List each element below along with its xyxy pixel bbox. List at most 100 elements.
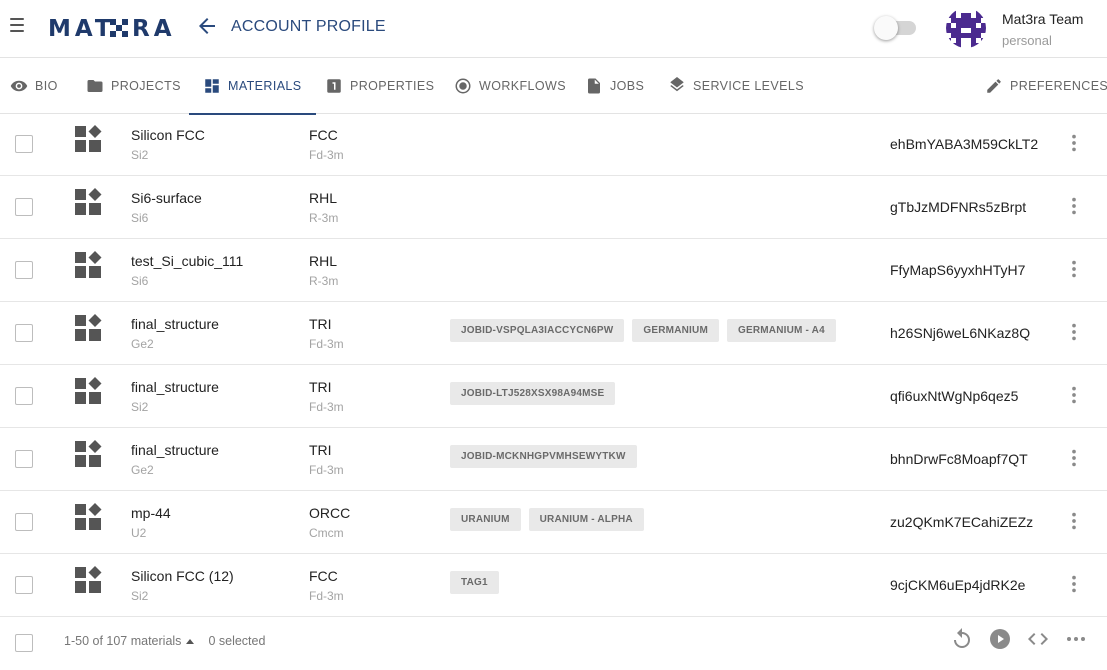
lattice-type: FCC — [309, 127, 338, 143]
sort-caret-icon[interactable] — [186, 638, 195, 644]
row-checkbox[interactable] — [15, 198, 33, 216]
material-icon — [74, 125, 102, 153]
more-vertical-icon[interactable] — [1063, 384, 1085, 406]
tag-chip[interactable]: URANIUM — [450, 508, 521, 531]
material-formula: Ge2 — [131, 463, 154, 477]
lattice-type: TRI — [309, 442, 332, 458]
space-group: Fd-3m — [309, 337, 344, 351]
tab-label: BIO — [35, 79, 58, 93]
material-icon — [74, 188, 102, 216]
tag-list: JOBID-MCKNHGPVMHSEWYTKW — [450, 445, 637, 468]
space-group: Fd-3m — [309, 463, 344, 477]
tab-service-levels[interactable]: SERVICE LEVELS — [668, 58, 804, 114]
lattice-type: FCC — [309, 568, 338, 584]
select-all-checkbox[interactable] — [15, 634, 33, 652]
space-group: Fd-3m — [309, 400, 344, 414]
tab-bio[interactable]: BIO — [10, 58, 58, 114]
hamburger-icon[interactable] — [10, 18, 24, 32]
material-formula: Si6 — [131, 274, 149, 288]
tag-chip[interactable]: TAG1 — [450, 571, 499, 594]
more-vertical-icon[interactable] — [1063, 195, 1085, 217]
tab-jobs[interactable]: JOBS — [585, 58, 644, 114]
lattice-type: RHL — [309, 190, 338, 206]
code-icon[interactable] — [1026, 627, 1050, 651]
more-vertical-icon[interactable] — [1063, 510, 1085, 532]
tab-preferences[interactable]: PREFERENCES — [985, 58, 1107, 114]
material-formula: Si6 — [131, 211, 149, 225]
tag-chip[interactable]: URANIUM - ALPHA — [528, 508, 644, 531]
tag-chip[interactable]: JOBID-LTJ528XSX98A94MSE — [450, 382, 616, 405]
material-name[interactable]: mp-44 — [131, 505, 171, 521]
material-icon — [74, 251, 102, 279]
space-group: R-3m — [309, 211, 339, 225]
material-row[interactable]: Silicon FCC Si2 FCC Fd-3m ehBmYABA3M59CkLT2 — [0, 113, 1107, 176]
material-id: bhnDrwFc8Moapf7QT — [890, 451, 1028, 467]
tab-workflows[interactable]: WORKFLOWS — [454, 58, 566, 114]
space-group: Fd-3m — [309, 148, 344, 162]
material-row[interactable]: Si6-surface Si6 RHL R-3m gTbJzMDFNRs5zBrpt — [0, 176, 1107, 239]
tag-chip[interactable]: JOBID-MCKNHGPVMHSEWYTKW — [450, 445, 637, 468]
material-name[interactable]: Silicon FCC (12) — [131, 568, 234, 584]
row-checkbox[interactable] — [15, 576, 33, 594]
file-icon — [588, 78, 600, 94]
page-title: ACCOUNT PROFILE — [231, 18, 386, 35]
more-vertical-icon[interactable] — [1063, 573, 1085, 595]
row-checkbox[interactable] — [15, 387, 33, 405]
more-vertical-icon[interactable] — [1063, 258, 1085, 280]
tab-label: PROPERTIES — [350, 79, 435, 93]
toggle-knob — [874, 16, 898, 40]
tag-list: URANIUM URANIUM - ALPHA — [450, 508, 644, 531]
more-horizontal-icon[interactable] — [1064, 627, 1088, 651]
user-name[interactable]: Mat3ra Team — [1002, 11, 1083, 27]
tab-label: JOBS — [610, 79, 645, 93]
material-name[interactable]: Silicon FCC — [131, 127, 205, 143]
material-icon — [74, 566, 102, 594]
play-circle-icon[interactable] — [988, 627, 1012, 651]
arrow-left-icon[interactable] — [195, 14, 219, 38]
app-logo[interactable]: MAT RA — [48, 14, 178, 48]
layers-icon — [670, 77, 684, 92]
row-checkbox[interactable] — [15, 513, 33, 531]
avatar[interactable] — [946, 8, 986, 48]
material-id: qfi6uxNtWgNp6qez5 — [890, 388, 1019, 404]
material-name[interactable]: test_Si_cubic_111 — [131, 253, 243, 269]
row-checkbox[interactable] — [15, 135, 33, 153]
material-icon — [74, 377, 102, 405]
row-checkbox[interactable] — [15, 261, 33, 279]
more-vertical-icon[interactable] — [1063, 132, 1085, 154]
more-vertical-icon[interactable] — [1063, 321, 1085, 343]
tag-chip[interactable]: JOBID-VSPQLA3IACCYCN6PW — [450, 319, 625, 342]
material-formula: Si2 — [131, 148, 149, 162]
tag-chip[interactable]: GERMANIUM — [632, 319, 719, 342]
space-group: Cmcm — [309, 526, 344, 540]
material-icon — [74, 503, 102, 531]
material-name[interactable]: Si6-surface — [131, 190, 202, 206]
theme-toggle[interactable] — [874, 15, 918, 40]
tag-chip[interactable]: GERMANIUM - A4 — [726, 319, 836, 342]
material-name[interactable]: final_structure — [131, 379, 219, 395]
material-id: gTbJzMDFNRs5zBrpt — [890, 199, 1027, 215]
numbered-box-icon — [327, 79, 341, 93]
materials-list: Silicon FCC Si2 FCC Fd-3m ehBmYABA3M59CkLT2 S… — [0, 113, 1107, 617]
material-row[interactable]: Silicon FCC (12) Si2 FCC Fd-3m TAG1 9cjCKM6uE… — [0, 554, 1107, 617]
material-row[interactable]: final_structure Ge2 TRI Fd-3m JOBID-MCKNHGPV… — [0, 428, 1107, 491]
tag-list: JOBID-VSPQLA3IACCYCN6PW GERMANIUM GERMANIU… — [450, 319, 836, 342]
material-row[interactable]: test_Si_cubic_111 Si6 RHL R-3m FfyMapS6yyxhH… — [0, 239, 1107, 302]
eye-icon — [10, 80, 28, 92]
tab-properties[interactable]: PROPERTIES — [325, 58, 434, 114]
material-row[interactable]: final_structure Ge2 TRI Fd-3m JOBID-VSPQLA3I… — [0, 302, 1107, 365]
material-row[interactable]: mp-44 U2 ORCC Cmcm URANIUM URANIUM - ALPHA zu2… — [0, 491, 1107, 554]
space-group: R-3m — [309, 274, 339, 288]
tab-label: PROJECTS — [111, 79, 181, 93]
row-checkbox[interactable] — [15, 450, 33, 468]
more-vertical-icon[interactable] — [1063, 447, 1085, 469]
material-id: zu2QKmK7ECahiZEZz — [890, 514, 1034, 530]
refresh-icon[interactable] — [950, 627, 974, 651]
tab-materials[interactable]: MATERIALS — [189, 58, 316, 115]
tab-projects[interactable]: PROJECTS — [86, 58, 181, 114]
material-name[interactable]: final_structure — [131, 316, 219, 332]
row-checkbox[interactable] — [15, 324, 33, 342]
material-row[interactable]: final_structure Si2 TRI Fd-3m JOBID-LTJ528XS… — [0, 365, 1107, 428]
material-name[interactable]: final_structure — [131, 442, 219, 458]
svg-text:RA: RA — [132, 16, 176, 42]
